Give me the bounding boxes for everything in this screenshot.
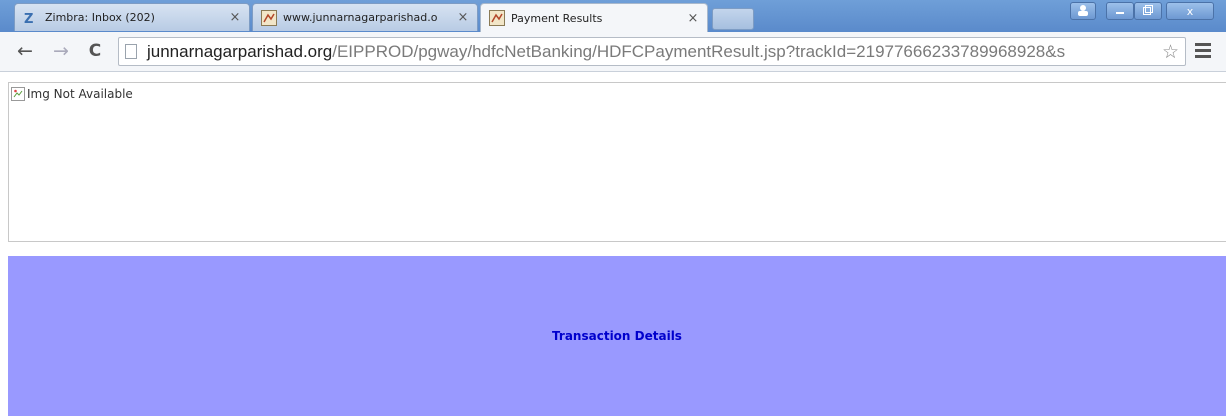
- minimize-button[interactable]: [1106, 2, 1134, 20]
- address-bar[interactable]: junnarnagarparishad.org/EIPPROD/pgway/hd…: [118, 37, 1186, 66]
- tab-junnar-site[interactable]: www.junnarnagarparishad.o ×: [252, 3, 478, 31]
- tab-label: www.junnarnagarparishad.o: [283, 11, 438, 24]
- back-arrow-icon: ←: [17, 40, 33, 62]
- chrome-menu-button[interactable]: [1192, 40, 1214, 62]
- broken-image-icon: [11, 87, 25, 101]
- close-icon: x: [1186, 4, 1194, 18]
- back-button[interactable]: ←: [14, 40, 36, 62]
- forward-arrow-icon: →: [53, 40, 69, 62]
- tab-label: Zimbra: Inbox (202): [45, 11, 155, 24]
- forward-button[interactable]: →: [50, 40, 72, 62]
- user-icon: [1077, 4, 1089, 19]
- site-favicon-icon: [489, 10, 505, 26]
- minimize-icon: [1114, 4, 1126, 19]
- restore-icon: [1142, 4, 1154, 19]
- transaction-details-title: Transaction Details: [552, 329, 682, 343]
- zimbra-icon: Z: [23, 10, 39, 27]
- tab-label: Payment Results: [511, 11, 603, 25]
- tab-close-icon[interactable]: ×: [455, 10, 471, 25]
- page-icon: [125, 44, 137, 59]
- close-window-button[interactable]: x: [1166, 2, 1214, 20]
- url-text[interactable]: junnarnagarparishad.org/EIPPROD/pgway/hd…: [147, 41, 1065, 63]
- reload-icon: C: [88, 41, 102, 61]
- tab-strip: Z Zimbra: Inbox (202) × www.junnarnagarp…: [0, 0, 1226, 32]
- user-profile-button[interactable]: [1070, 2, 1096, 20]
- broken-image: Img Not Available: [11, 87, 133, 101]
- tab-close-icon[interactable]: ×: [227, 10, 243, 25]
- tab-payment-results[interactable]: Payment Results ×: [480, 3, 708, 32]
- header-image-frame: Img Not Available: [8, 82, 1226, 242]
- bookmark-star-icon[interactable]: ☆: [1162, 41, 1179, 63]
- image-alt-text: Img Not Available: [27, 87, 133, 101]
- restore-button[interactable]: [1134, 2, 1162, 20]
- url-path: /EIPPROD/pgway/hdfcNetBanking/HDFCPaymen…: [332, 42, 1066, 61]
- reload-button[interactable]: C: [84, 40, 106, 62]
- tab-zimbra-inbox[interactable]: Z Zimbra: Inbox (202) ×: [14, 3, 250, 31]
- new-tab-button[interactable]: [712, 8, 754, 30]
- browser-toolbar: ← → C junnarnagarparishad.org/EIPPROD/pg…: [0, 32, 1226, 72]
- transaction-details-panel: Transaction Details: [8, 256, 1226, 416]
- svg-text:Z: Z: [24, 12, 33, 26]
- url-domain: junnarnagarparishad.org: [147, 42, 333, 61]
- tab-close-icon[interactable]: ×: [685, 11, 701, 26]
- site-favicon-icon: [261, 9, 277, 26]
